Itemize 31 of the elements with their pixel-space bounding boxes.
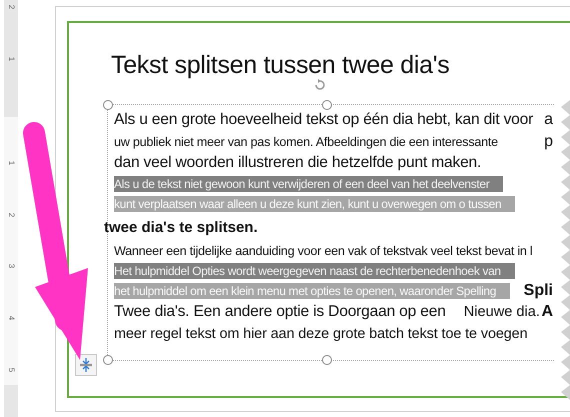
resize-handle[interactable] <box>103 100 113 110</box>
resize-handle[interactable] <box>322 100 332 110</box>
body-text: meer regel tekst om hier aan deze grote batch tekst toe te voegen <box>114 326 528 342</box>
highlighted-text: kunt verplaatsen waar alleen u deze kunt zien, kunt u overwegen om o tussen <box>114 196 516 212</box>
body-text: uw publiek niet meer van pas komen. Afbeeldingen die een interessante <box>114 134 498 148</box>
ruler-number: 2 <box>6 4 16 10</box>
overflow-text: a <box>544 111 553 129</box>
overflow-text: p <box>544 132 553 150</box>
autofit-options-button[interactable] <box>75 354 97 376</box>
rotate-handle-icon[interactable] <box>313 78 328 92</box>
overflow-text: Spli <box>524 282 553 300</box>
highlighted-text: het hulpmiddel om een klein menu met opties te openen, waaronder Spelling <box>114 283 510 299</box>
overflow-text: A <box>541 303 553 321</box>
body-text: twee dia's te splitsen. <box>104 218 258 236</box>
compress-icon <box>79 358 93 372</box>
ruler-number: 2 <box>6 212 16 217</box>
ruler-number: 1 <box>6 160 16 165</box>
body-text: Wanneer een tijdelijke aanduiding voor een vak of tekstvak veel tekst bevat in l <box>114 244 532 258</box>
slide-title: Tekst splitsen tussen twee dia's <box>111 51 450 80</box>
resize-handle[interactable] <box>322 355 332 365</box>
body-text: Als u een grote hoeveelheid tekst op één dia hebt, kan dit voor <box>114 111 534 129</box>
ruler-number: 3 <box>6 264 16 269</box>
body-text: Twee dia's. Een andere optie is Doorgaan op een <box>114 303 446 321</box>
ruler-number: 1 <box>6 56 16 62</box>
body-text: dan veel woorden illustreren die hetzelfde punt maken. <box>114 154 482 172</box>
body-text: Nieuwe dia. <box>464 304 540 320</box>
ruler-number: 5 <box>6 368 16 372</box>
highlighted-text: Als u de tekst niet gewoon kunt verwijderen of een deel van het deelvenster <box>114 176 504 192</box>
ruler-number: 4 <box>6 316 16 320</box>
highlighted-text: Het hulpmiddel Opties wordt weergegeven naast de rechterbenedenhoek van <box>114 263 515 279</box>
resize-handle[interactable] <box>103 355 113 365</box>
